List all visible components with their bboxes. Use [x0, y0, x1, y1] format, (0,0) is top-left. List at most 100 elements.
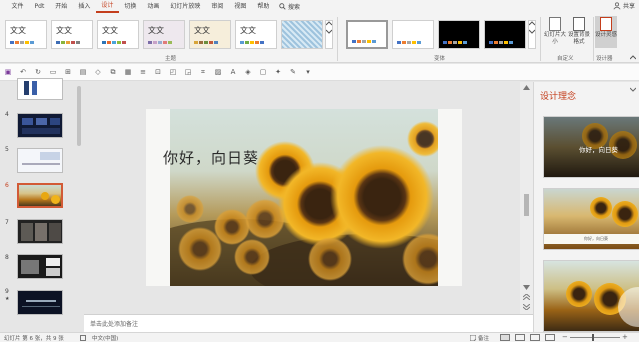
color-swatch — [463, 41, 467, 44]
theme-thumb-1[interactable]: 文文 — [5, 20, 47, 49]
scroll-down-icon[interactable] — [523, 285, 530, 290]
menu-transitions[interactable]: 切换 — [119, 0, 142, 13]
fill-icon[interactable]: ◈ — [243, 68, 253, 76]
notes-pane[interactable]: 单击此处添加备注 — [84, 314, 533, 332]
share-button[interactable]: 共享 — [613, 1, 635, 10]
menu-slideshow[interactable]: 幻灯片放映 — [165, 0, 206, 13]
zoom-slider-thumb[interactable] — [592, 334, 594, 341]
variant-thumb-3[interactable] — [438, 20, 480, 49]
normal-view-icon[interactable] — [500, 334, 510, 341]
menu-file[interactable]: 文件 — [6, 0, 29, 13]
arrange-icon[interactable]: ⧉ — [108, 68, 118, 77]
design-idea-2[interactable]: 你好，向日葵 — [543, 188, 639, 250]
redo-icon[interactable]: ↻ — [33, 68, 43, 76]
color-swatch — [107, 41, 111, 44]
slide-scrollbar[interactable] — [520, 82, 533, 314]
slide-thumbnail-5[interactable] — [17, 148, 63, 173]
previous-slide-icon[interactable] — [523, 294, 530, 300]
design-ideas-button[interactable]: 设计灵感 — [595, 16, 617, 48]
variant-thumb-1[interactable] — [346, 20, 388, 49]
language-indicator[interactable]: 中文(中国) — [92, 334, 118, 342]
menu-design[interactable]: 设计 — [95, 0, 119, 13]
effects-icon[interactable]: ✦ — [273, 68, 283, 76]
color-swatch — [362, 40, 366, 43]
variant-thumb-2[interactable] — [392, 20, 434, 49]
zoom-out-icon[interactable]: − — [562, 333, 568, 341]
new-slide-icon[interactable]: ⊞ — [63, 68, 73, 76]
quick-styles-icon[interactable]: ▦ — [123, 68, 133, 76]
zoom-slider[interactable] — [570, 337, 620, 338]
reading-view-icon[interactable] — [530, 334, 540, 341]
slide-thumbnail-9[interactable] — [17, 290, 63, 315]
variant-thumb-4[interactable] — [484, 20, 526, 49]
outline-icon[interactable]: ▢ — [258, 68, 268, 76]
crop-icon[interactable]: ⌗ — [198, 68, 208, 77]
collapse-ribbon-icon[interactable] — [630, 55, 636, 60]
picture-icon[interactable]: ▨ — [213, 68, 223, 76]
themes-scroll[interactable] — [325, 20, 333, 49]
menu-home[interactable]: 开始 — [50, 0, 73, 13]
menu-insert[interactable]: 插入 — [73, 0, 96, 13]
variant-colors — [352, 40, 376, 43]
slide-scroll-thumb[interactable] — [524, 194, 529, 216]
slide-sorter-view-icon[interactable] — [515, 334, 525, 341]
menu-help[interactable]: 帮助 — [252, 0, 275, 13]
slide-thumbnail-4[interactable] — [17, 113, 63, 138]
shapes-icon[interactable]: ◇ — [93, 68, 103, 76]
notes-icon[interactable] — [470, 335, 476, 341]
menu-view[interactable]: 视图 — [229, 0, 252, 13]
slide-title[interactable]: 你好，向日葵 — [163, 147, 259, 168]
color-swatch — [194, 41, 198, 44]
group-icon[interactable]: ⊡ — [153, 68, 163, 76]
search-box[interactable]: 搜索 — [279, 2, 300, 11]
menu-pdf[interactable]: Pdt — [29, 0, 50, 13]
group-label-variants: 变体 — [434, 56, 446, 62]
spell-check-icon[interactable] — [80, 335, 86, 341]
share-icon — [613, 1, 621, 9]
bring-forward-icon[interactable]: ◰ — [168, 68, 178, 76]
color-swatch — [412, 41, 416, 44]
menu-animations[interactable]: 动画 — [142, 0, 165, 13]
format-painter-icon[interactable]: ✎ — [288, 68, 298, 76]
scroll-up-icon[interactable] — [77, 82, 81, 85]
text-box-icon[interactable]: A — [228, 68, 238, 76]
thumbnail-scroll-thumb[interactable] — [77, 86, 81, 146]
slide-size-button[interactable]: 幻灯片大小 — [543, 17, 567, 46]
variants-scroll[interactable] — [528, 20, 536, 49]
send-backward-icon[interactable]: ◲ — [183, 68, 193, 76]
align-icon[interactable]: ≡ — [138, 68, 148, 76]
zoom-in-icon[interactable]: + — [622, 333, 628, 341]
save-icon[interactable]: ▣ — [3, 68, 13, 76]
slide-thumbnail-3[interactable] — [17, 78, 63, 100]
design-idea-3[interactable] — [543, 260, 639, 332]
menu-review[interactable]: 审阅 — [206, 0, 229, 13]
theme-thumb-4[interactable]: 文文 — [143, 20, 185, 49]
next-slide-icon[interactable] — [523, 304, 530, 310]
slide-thumbnail-8[interactable] — [17, 254, 63, 279]
color-swatch — [255, 41, 259, 44]
format-background-button[interactable]: 设置背景格式 — [567, 17, 591, 46]
design-idea-1[interactable]: 你好，向日葵 — [543, 116, 639, 178]
slide-thumbnail-7[interactable] — [17, 219, 63, 244]
theme-colors — [102, 41, 126, 44]
slide-thumbnail-6[interactable] — [17, 183, 63, 208]
thumbnail-scrollbar[interactable] — [74, 82, 84, 332]
slideshow-view-icon[interactable] — [545, 334, 555, 341]
undo-icon[interactable]: ↶ — [18, 68, 28, 76]
pane-options-icon[interactable] — [630, 86, 636, 92]
sunflower-photo[interactable] — [170, 109, 438, 286]
layout-icon[interactable]: ▤ — [78, 68, 88, 76]
more-icon[interactable]: ▾ — [303, 68, 313, 76]
theme-thumb-2[interactable]: 文文 — [51, 20, 93, 49]
design-ideas-label: 设计灵感 — [595, 32, 618, 38]
theme-thumb-7[interactable] — [281, 20, 323, 49]
color-swatch — [367, 40, 371, 43]
theme-thumb-3[interactable]: 文文 — [97, 20, 139, 49]
current-slide[interactable]: 你好，向日葵 — [146, 109, 462, 286]
theme-thumb-5[interactable]: 文文 — [189, 20, 231, 49]
scroll-up-icon[interactable] — [523, 85, 530, 90]
theme-thumb-6[interactable]: 文文 — [235, 20, 277, 49]
start-slideshow-icon[interactable]: ▭ — [48, 68, 58, 76]
color-swatch — [214, 41, 218, 44]
notes-toggle[interactable]: 备注 — [478, 334, 489, 342]
